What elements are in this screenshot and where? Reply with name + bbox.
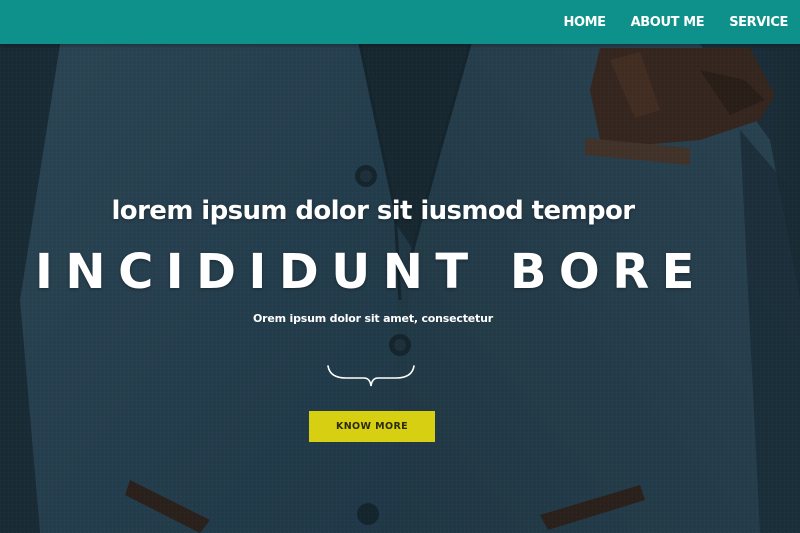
hero-subline: Orem ipsum dolor sit amet, consectetur — [253, 312, 493, 325]
know-more-button[interactable]: KNOW MORE — [309, 411, 435, 442]
top-navbar: HOME ABOUT ME SERVICE — [0, 0, 800, 44]
nav-item-about-me[interactable]: ABOUT ME — [631, 15, 705, 30]
curly-brace-divider-icon — [327, 365, 415, 387]
nav-item-service[interactable]: SERVICE — [729, 15, 788, 30]
hero-content: lorem ipsum dolor sit iusmod tempor INCI… — [0, 0, 800, 533]
hero-headline: INCIDIDUNT BORE — [35, 244, 707, 300]
nav-item-home[interactable]: HOME — [563, 15, 606, 30]
hero-tagline: lorem ipsum dolor sit iusmod tempor — [111, 196, 636, 226]
